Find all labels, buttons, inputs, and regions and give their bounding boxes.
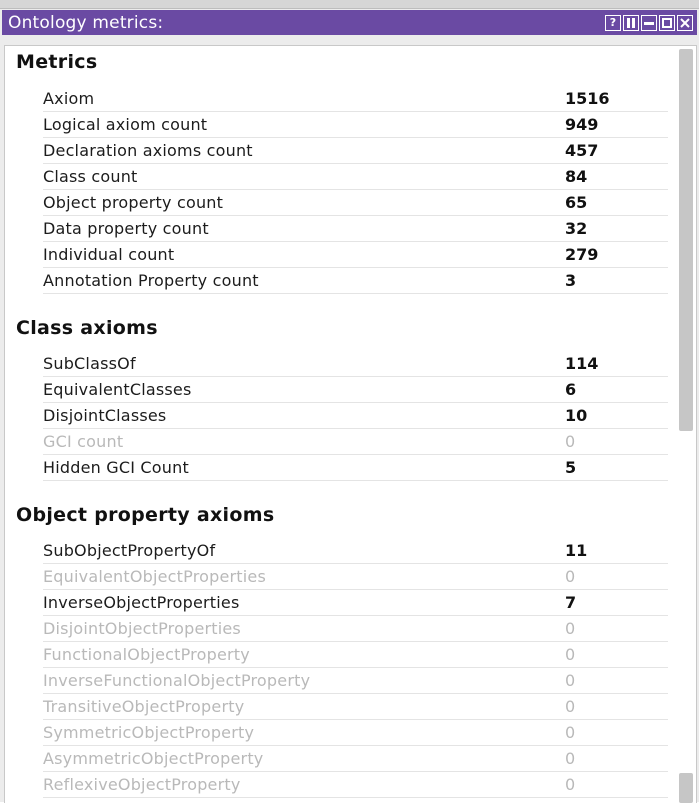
metric-row: EquivalentObjectProperties 0	[43, 564, 668, 590]
metric-row: Declaration axioms count 457	[43, 138, 668, 164]
metric-label: InverseObjectProperties	[43, 593, 240, 612]
close-icon	[680, 17, 690, 28]
metric-row: AsymmetricObjectProperty 0	[43, 746, 668, 772]
metric-value: 0	[565, 432, 576, 451]
metric-label: Annotation Property count	[43, 271, 259, 290]
metric-value: 0	[565, 749, 576, 768]
metric-row: SubClassOf 114	[43, 351, 668, 377]
metric-row: EquivalentClasses 6	[43, 377, 668, 403]
close-button[interactable]	[677, 14, 693, 31]
metric-label: EquivalentObjectProperties	[43, 567, 266, 586]
metric-value: 0	[565, 567, 576, 586]
metric-row: InverseObjectProperties 7	[43, 590, 668, 616]
metric-value: 457	[565, 141, 599, 160]
metric-label: ReflexiveObjectProperty	[43, 775, 241, 794]
metric-value: 0	[565, 671, 576, 690]
maximize-button[interactable]	[659, 14, 675, 31]
metric-row: Axiom 1516	[43, 86, 668, 112]
metric-row: ReflexiveObjectProperty 0	[43, 772, 668, 798]
ontology-metrics-window: Ontology metrics: ? Metrics Axiom 1516 L…	[0, 0, 699, 803]
metric-label: InverseFunctionalObjectProperty	[43, 671, 311, 690]
metric-label: SymmetricObjectProperty	[43, 723, 255, 742]
metric-value: 279	[565, 245, 599, 264]
metric-label: Data property count	[43, 219, 209, 238]
top-strip	[0, 0, 699, 9]
metric-label: DisjointClasses	[43, 406, 167, 425]
metric-value: 0	[565, 723, 576, 742]
metric-row: InverseFunctionalObjectProperty 0	[43, 668, 668, 694]
help-button[interactable]: ?	[605, 14, 621, 31]
scrollbar-thumb[interactable]	[679, 49, 693, 431]
metric-row: Individual count 279	[43, 242, 668, 268]
metric-value: 65	[565, 193, 588, 212]
metric-value: 0	[565, 697, 576, 716]
metric-row: GCI count 0	[43, 429, 668, 455]
metric-row: Object property count 65	[43, 190, 668, 216]
metric-value: 0	[565, 775, 576, 794]
metric-value: 949	[565, 115, 599, 134]
metric-row: DisjointClasses 10	[43, 403, 668, 429]
metric-label: TransitiveObjectProperty	[43, 697, 245, 716]
vertical-scrollbar[interactable]	[676, 46, 696, 803]
metric-row: SymmetricObjectProperty 0	[43, 720, 668, 746]
titlebar-buttons: ?	[605, 14, 697, 31]
metric-label: EquivalentClasses	[43, 380, 192, 399]
metric-value: 1516	[565, 89, 610, 108]
minimize-button[interactable]	[641, 14, 657, 31]
metric-label: Declaration axioms count	[43, 141, 253, 160]
section-title-object-property-axioms: Object property axioms	[16, 504, 275, 526]
metric-value: 32	[565, 219, 588, 238]
question-icon: ?	[609, 16, 617, 29]
metrics-panel[interactable]: Metrics Axiom 1516 Logical axiom count 949…	[4, 45, 697, 803]
metric-row: SubObjectPropertyOf 11	[43, 538, 668, 564]
section-title-metrics: Metrics	[16, 51, 98, 73]
minimize-icon	[644, 21, 654, 25]
metric-label: Class count	[43, 167, 138, 186]
metric-label: Axiom	[43, 89, 95, 108]
section-title-class-axioms: Class axioms	[16, 317, 158, 339]
metric-value: 3	[565, 271, 577, 290]
metric-value: 0	[565, 619, 576, 638]
metric-label: Hidden GCI Count	[43, 458, 189, 477]
metric-row: Logical axiom count 949	[43, 112, 668, 138]
metric-row: DisjointObjectProperties 0	[43, 616, 668, 642]
metric-row: FunctionalObjectProperty 0	[43, 642, 668, 668]
split-icon	[627, 17, 635, 28]
metric-row: Hidden GCI Count 5	[43, 455, 668, 481]
metric-label: FunctionalObjectProperty	[43, 645, 250, 664]
metric-value: 7	[565, 593, 577, 612]
metric-label: Logical axiom count	[43, 115, 208, 134]
metric-row: Annotation Property count 3	[43, 268, 668, 294]
metric-value: 5	[565, 458, 577, 477]
metric-label: AsymmetricObjectProperty	[43, 749, 264, 768]
metric-value: 11	[565, 541, 588, 560]
split-button[interactable]	[623, 14, 639, 31]
metric-label: Individual count	[43, 245, 175, 264]
metric-label: GCI count	[43, 432, 124, 451]
maximize-icon	[662, 17, 672, 28]
view-titlebar: Ontology metrics: ?	[2, 10, 697, 35]
metric-label: SubClassOf	[43, 354, 136, 373]
metric-row: Class count 84	[43, 164, 668, 190]
view-title: Ontology metrics:	[8, 12, 164, 33]
metric-label: Object property count	[43, 193, 224, 212]
metric-value: 10	[565, 406, 588, 425]
metric-row: Data property count 32	[43, 216, 668, 242]
metric-value: 0	[565, 645, 576, 664]
metric-label: SubObjectPropertyOf	[43, 541, 216, 560]
metric-row: TransitiveObjectProperty 0	[43, 694, 668, 720]
metric-value: 114	[565, 354, 599, 373]
metric-value: 6	[565, 380, 577, 399]
metric-label: DisjointObjectProperties	[43, 619, 241, 638]
metric-value: 84	[565, 167, 588, 186]
scrollbar-down-handle[interactable]	[679, 773, 693, 803]
